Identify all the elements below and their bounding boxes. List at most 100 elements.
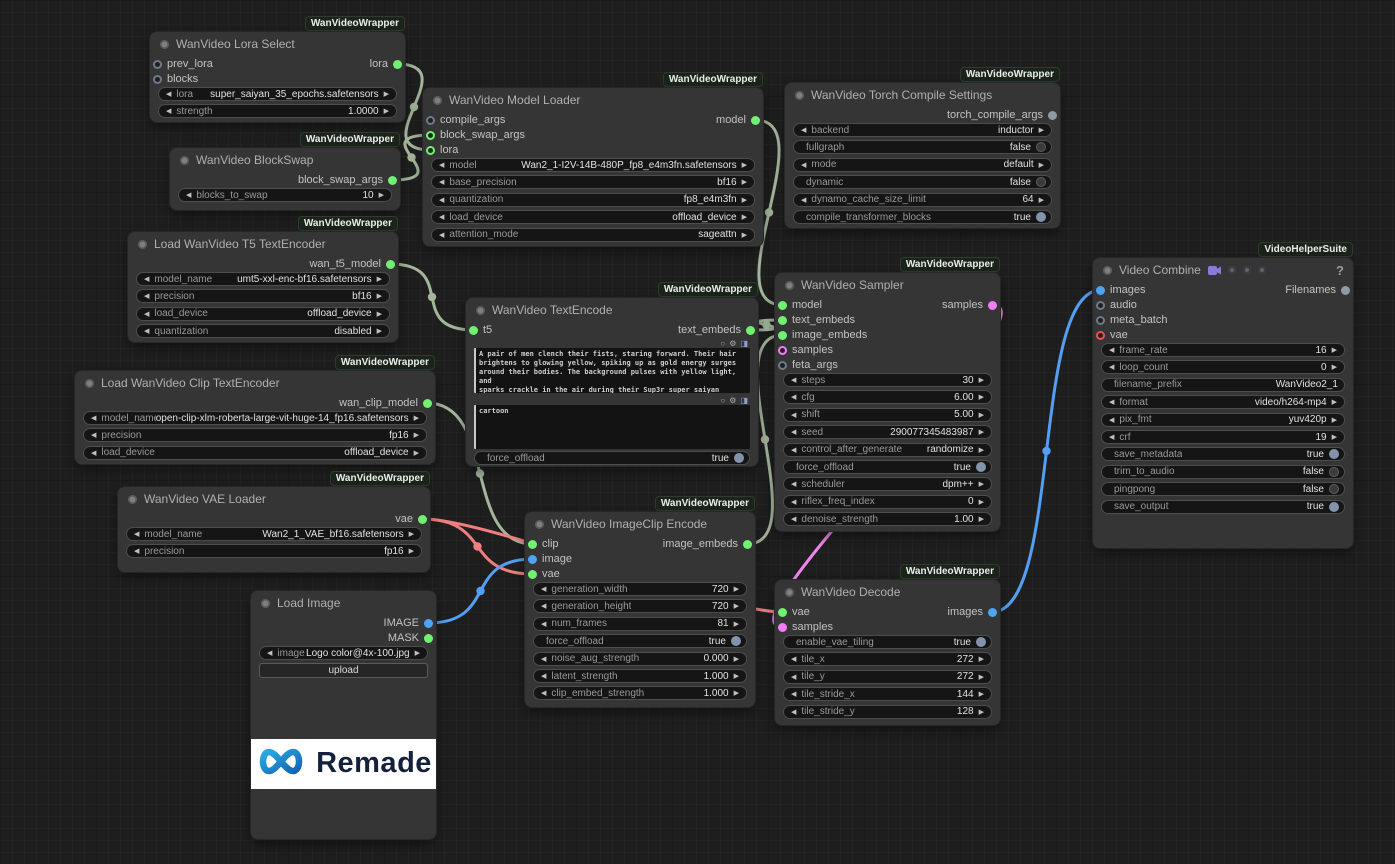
node-status-dot-icon[interactable]	[138, 240, 147, 249]
widget-mode[interactable]: ◀modedefault▶	[793, 158, 1052, 172]
increment-arrow-icon[interactable]: ▶	[976, 428, 987, 436]
widget-frame_rate[interactable]: ◀frame_rate16▶	[1101, 343, 1345, 357]
slot-dot-icon[interactable]	[751, 116, 760, 125]
decrement-arrow-icon[interactable]: ◀	[131, 530, 142, 538]
widget-load_device[interactable]: ◀load_deviceoffload_device▶	[83, 446, 427, 460]
slot-dot-icon[interactable]	[778, 346, 787, 355]
node-title-bar[interactable]: Load WanVideo Clip TextEncoder	[75, 371, 435, 395]
widget-filename_prefix[interactable]: filename_prefixWanVideo2_1	[1101, 378, 1345, 392]
speaker-icon[interactable]: ◨	[740, 397, 748, 405]
widget-model[interactable]: ◀modelWan2_1-I2V-14B-480P_fp8_e4m3fn.saf…	[431, 158, 755, 172]
decrement-arrow-icon[interactable]: ◀	[538, 585, 549, 593]
increment-arrow-icon[interactable]: ▶	[412, 649, 423, 657]
toggle-force_offload[interactable]: force_offloadtrue	[474, 451, 750, 465]
link-midpoint-dot[interactable]	[476, 587, 484, 595]
textarea-toolbar[interactable]: ○⚙◨	[720, 339, 748, 349]
toggle-knob[interactable]	[1329, 467, 1339, 477]
decrement-arrow-icon[interactable]: ◀	[798, 126, 809, 134]
option-dot-icon[interactable]	[1228, 266, 1236, 274]
widget-load_device[interactable]: ◀load_deviceoffload_device▶	[136, 307, 390, 321]
option-dot-icon[interactable]	[1243, 266, 1251, 274]
slot-dot-icon[interactable]	[778, 301, 787, 310]
link-midpoint-dot[interactable]	[476, 469, 484, 477]
widget-value[interactable]: video/h264-mp4	[1255, 397, 1327, 408]
speaker-icon[interactable]: ◨	[740, 340, 748, 348]
increment-arrow-icon[interactable]: ▶	[731, 602, 742, 610]
node-lora-select[interactable]: WanVideo Lora Selectprev_lorablockslora◀…	[150, 32, 405, 122]
widget-value[interactable]: 19	[1315, 432, 1326, 443]
decrement-arrow-icon[interactable]: ◀	[141, 310, 152, 318]
slot-dot-icon[interactable]	[469, 326, 478, 335]
widget-value[interactable]: 128	[957, 706, 974, 717]
widget-model_name[interactable]: ◀model_nameWan2_1_VAE_bf16.safetensors▶	[126, 527, 422, 541]
link-midpoint-dot[interactable]	[410, 103, 418, 111]
node-clip-encoder[interactable]: Load WanVideo Clip TextEncoderwan_clip_m…	[75, 371, 435, 464]
slot-dot-icon[interactable]	[386, 260, 395, 269]
input-slot-samples[interactable]: samples	[778, 343, 833, 357]
node-blockswap[interactable]: WanVideo BlockSwapblock_swap_args◀blocks…	[170, 148, 400, 210]
decrement-arrow-icon[interactable]: ◀	[141, 327, 152, 335]
toggle-knob[interactable]	[1329, 484, 1339, 494]
decrement-arrow-icon[interactable]: ◀	[788, 690, 799, 698]
decrement-arrow-icon[interactable]: ◀	[788, 655, 799, 663]
widget-value[interactable]: Wan2_1_VAE_bf16.safetensors	[262, 529, 403, 540]
node-status-dot-icon[interactable]	[785, 281, 794, 290]
output-slot-MASK[interactable]: MASK	[388, 631, 433, 645]
widget-precision[interactable]: ◀precisionfp16▶	[83, 428, 427, 442]
increment-arrow-icon[interactable]: ▶	[381, 90, 392, 98]
decrement-arrow-icon[interactable]: ◀	[798, 161, 809, 169]
decrement-arrow-icon[interactable]: ◀	[131, 547, 142, 555]
decrement-arrow-icon[interactable]: ◀	[788, 446, 799, 454]
decrement-arrow-icon[interactable]: ◀	[436, 213, 447, 221]
toggle-force_offload[interactable]: force_offloadtrue	[533, 634, 747, 648]
input-slot-prev_lora[interactable]: prev_lora	[153, 57, 213, 71]
widget-shift[interactable]: ◀shift5.00▶	[783, 408, 992, 422]
increment-arrow-icon[interactable]: ▶	[976, 480, 987, 488]
widget-value[interactable]: dpm++	[942, 479, 973, 490]
decrement-arrow-icon[interactable]: ◀	[538, 672, 549, 680]
widget-value[interactable]: yuv420p	[1289, 414, 1327, 425]
widget-steps[interactable]: ◀steps30▶	[783, 373, 992, 387]
prompt-textarea[interactable]: cartoon	[474, 405, 750, 449]
output-slot-lora[interactable]: lora	[370, 57, 402, 71]
slot-dot-icon[interactable]	[778, 331, 787, 340]
node-title-bar[interactable]: WanVideo Torch Compile Settings	[785, 83, 1060, 107]
node-status-dot-icon[interactable]	[535, 520, 544, 529]
toggle-enable_vae_tiling[interactable]: enable_vae_tilingtrue	[783, 635, 992, 649]
increment-arrow-icon[interactable]: ▶	[406, 547, 417, 555]
widget-value[interactable]: 1.00	[954, 514, 973, 525]
toggle-compile_transformer_blocks[interactable]: compile_transformer_blockstrue	[793, 210, 1052, 224]
widget-model_name[interactable]: ◀model_nameopen-clip-xlm-roberta-large-v…	[83, 411, 427, 425]
input-slot-images[interactable]: images	[1096, 283, 1145, 297]
widget-lora[interactable]: ◀lorasuper_saiyan_35_epochs.safetensors▶	[158, 87, 397, 101]
toggle-knob[interactable]	[1036, 142, 1046, 152]
slot-dot-icon[interactable]	[778, 608, 787, 617]
increment-arrow-icon[interactable]: ▶	[1329, 346, 1340, 354]
widget-attention_mode[interactable]: ◀attention_modesageattn▶	[431, 228, 755, 242]
widget-generation_width[interactable]: ◀generation_width720▶	[533, 582, 747, 596]
gear-icon[interactable]: ⚙	[729, 397, 736, 405]
widget-value[interactable]: fp16	[384, 546, 403, 557]
toggle-knob[interactable]	[1329, 502, 1339, 512]
increment-arrow-icon[interactable]: ▶	[976, 655, 987, 663]
widget-loop_count[interactable]: ◀loop_count0▶	[1101, 360, 1345, 374]
increment-arrow-icon[interactable]: ▶	[731, 655, 742, 663]
input-slot-image[interactable]: image	[528, 552, 572, 566]
increment-arrow-icon[interactable]: ▶	[381, 107, 392, 115]
input-slot-audio[interactable]: audio	[1096, 298, 1137, 312]
slot-dot-icon[interactable]	[528, 540, 537, 549]
widget-image[interactable]: ◀imageLogo color@4x-100.jpg▶	[259, 646, 428, 660]
widget-value[interactable]: default	[1004, 159, 1034, 170]
upload-button[interactable]: upload	[259, 663, 428, 678]
node-title-bar[interactable]: WanVideo Lora Select	[150, 32, 405, 56]
increment-arrow-icon[interactable]: ▶	[374, 275, 385, 283]
increment-arrow-icon[interactable]: ▶	[739, 231, 750, 239]
widget-quantization[interactable]: ◀quantizationdisabled▶	[136, 324, 390, 338]
decrement-arrow-icon[interactable]: ◀	[798, 196, 809, 204]
decrement-arrow-icon[interactable]: ◀	[88, 414, 99, 422]
toggle-knob[interactable]	[731, 636, 741, 646]
input-slot-vae[interactable]: vae	[528, 567, 560, 581]
toggle-dynamic[interactable]: dynamicfalse	[793, 175, 1052, 189]
decrement-arrow-icon[interactable]: ◀	[141, 275, 152, 283]
slot-dot-icon[interactable]	[1341, 286, 1350, 295]
